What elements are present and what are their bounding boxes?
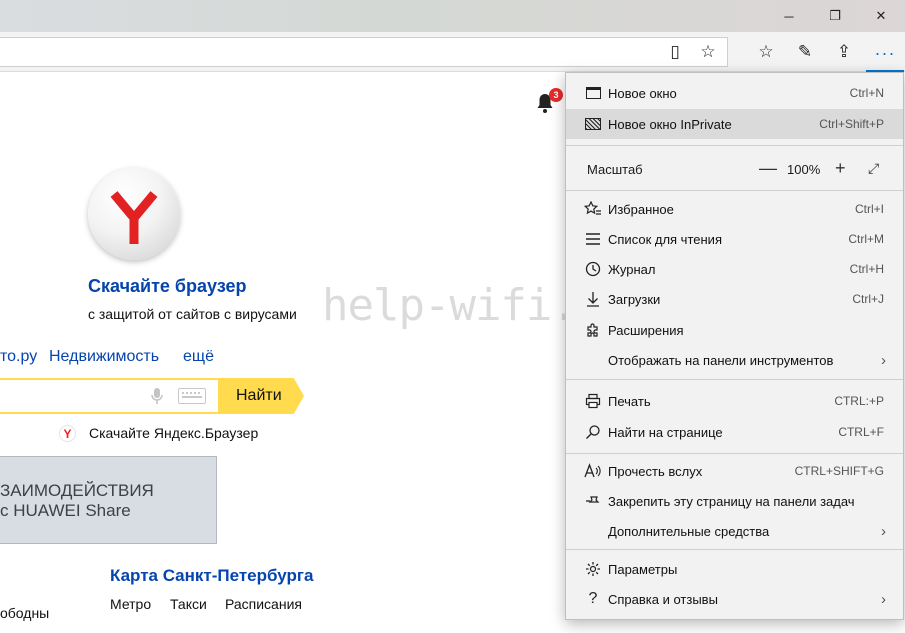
nav-link-realty[interactable]: Недвижимость (49, 348, 159, 366)
yandex-logo[interactable] (88, 168, 180, 260)
keyboard-icon[interactable] (178, 388, 206, 404)
nav-link-auto[interactable]: то.ру (0, 348, 37, 366)
map-link-schedules[interactable]: Расписания (225, 596, 302, 612)
reading-view-icon[interactable]: ▯ (664, 41, 686, 63)
menu-separator (566, 145, 903, 146)
menu-item-reading-list[interactable]: Список для чтения Ctrl+M (566, 224, 903, 254)
menu-separator (566, 453, 903, 454)
menu-item-print[interactable]: Печать CTRL:+P (566, 386, 903, 416)
notification-badge: 3 (549, 88, 563, 102)
promo-subtitle: с защитой от сайтов с вирусами (88, 306, 297, 322)
promo-title-link[interactable]: Скачайте браузер (88, 276, 247, 297)
zoom-out-button[interactable]: — (759, 158, 777, 179)
menu-item-settings[interactable]: Параметры (566, 554, 903, 584)
menu-separator (566, 379, 903, 380)
menu-item-more-tools[interactable]: Дополнительные средства › (566, 516, 903, 546)
chevron-right-icon: › (881, 351, 886, 369)
arrow-down-icon (583, 289, 603, 309)
favorites-hub-icon[interactable]: ☆ (755, 41, 777, 63)
truncated-text: ободны (0, 605, 50, 621)
title-bar: ─ ❐ ✕ (0, 0, 905, 32)
menu-item-pin-to-taskbar[interactable]: Закрепить эту страницу на панели задач (566, 486, 903, 516)
speaker-letter-icon (583, 461, 603, 481)
yandex-browser-icon: Y (59, 425, 76, 442)
more-menu-button[interactable]: ··· (866, 36, 904, 72)
microphone-icon[interactable] (151, 387, 163, 410)
gear-icon (583, 559, 603, 579)
menu-item-show-in-toolbar[interactable]: Отображать на панели инструментов › (566, 345, 903, 375)
menu-item-downloads[interactable]: Загрузки Ctrl+J (566, 284, 903, 314)
nav-link-more[interactable]: ещё (183, 348, 214, 366)
menu-item-new-private-window[interactable]: Новое окно InPrivate Ctrl+Shift+P (566, 109, 903, 139)
printer-icon (583, 391, 603, 411)
menu-item-favorites[interactable]: Избранное Ctrl+I (566, 194, 903, 224)
browser-toolbar: ▯ ☆ ☆ ✎ ⇪ (0, 32, 905, 72)
window-icon (583, 83, 603, 103)
clock-icon (583, 259, 603, 279)
pen-icon[interactable]: ✎ (794, 41, 816, 63)
menu-item-extensions[interactable]: Расширения (566, 315, 903, 345)
zoom-row: Масштаб — 100% + ⤢ (587, 158, 880, 179)
download-browser-link[interactable]: Скачайте Яндекс.Браузер (89, 425, 258, 441)
menu-separator (566, 549, 903, 550)
pin-icon (583, 491, 603, 511)
settings-menu: Новое окно Ctrl+N Новое окно InPrivate C… (565, 72, 904, 620)
lines-icon (583, 229, 603, 249)
fullscreen-icon[interactable]: ⤢ (868, 160, 879, 177)
share-icon[interactable]: ⇪ (833, 41, 855, 63)
search-button[interactable]: Найти (218, 378, 304, 414)
zoom-in-button[interactable]: + (835, 158, 846, 179)
menu-item-history[interactable]: Журнал Ctrl+H (566, 254, 903, 284)
banner-line-2: с HUAWEI Share (0, 501, 131, 520)
minimize-button[interactable]: ─ (766, 0, 812, 32)
menu-item-find-on-page[interactable]: Найти на странице CTRL+F (566, 417, 903, 447)
zoom-value: 100% (787, 162, 821, 177)
menu-separator (566, 190, 903, 191)
star-list-icon (583, 199, 603, 219)
restore-button[interactable]: ❐ (812, 0, 858, 32)
chevron-right-icon: › (881, 590, 886, 608)
puzzle-icon (583, 320, 603, 340)
map-title-link[interactable]: Карта Санкт-Петербурга (110, 566, 313, 586)
banner-line-1: ЗАИМОДЕЙСТВИЯ (0, 481, 154, 500)
add-favorite-star-icon[interactable]: ☆ (697, 41, 719, 63)
map-link-taxi[interactable]: Такси (170, 596, 207, 612)
map-link-metro[interactable]: Метро (110, 596, 151, 612)
private-window-icon (583, 114, 603, 134)
magnifier-icon (583, 422, 603, 442)
chevron-right-icon: › (881, 522, 886, 540)
address-bar[interactable] (0, 37, 728, 67)
question-icon: ? (588, 590, 598, 607)
menu-item-new-window[interactable]: Новое окно Ctrl+N (566, 78, 903, 108)
menu-item-help[interactable]: ? Справка и отзывы › (566, 584, 903, 614)
menu-item-read-aloud[interactable]: Прочесть вслух CTRL+SHIFT+G (566, 456, 903, 486)
close-button[interactable]: ✕ (858, 0, 904, 32)
